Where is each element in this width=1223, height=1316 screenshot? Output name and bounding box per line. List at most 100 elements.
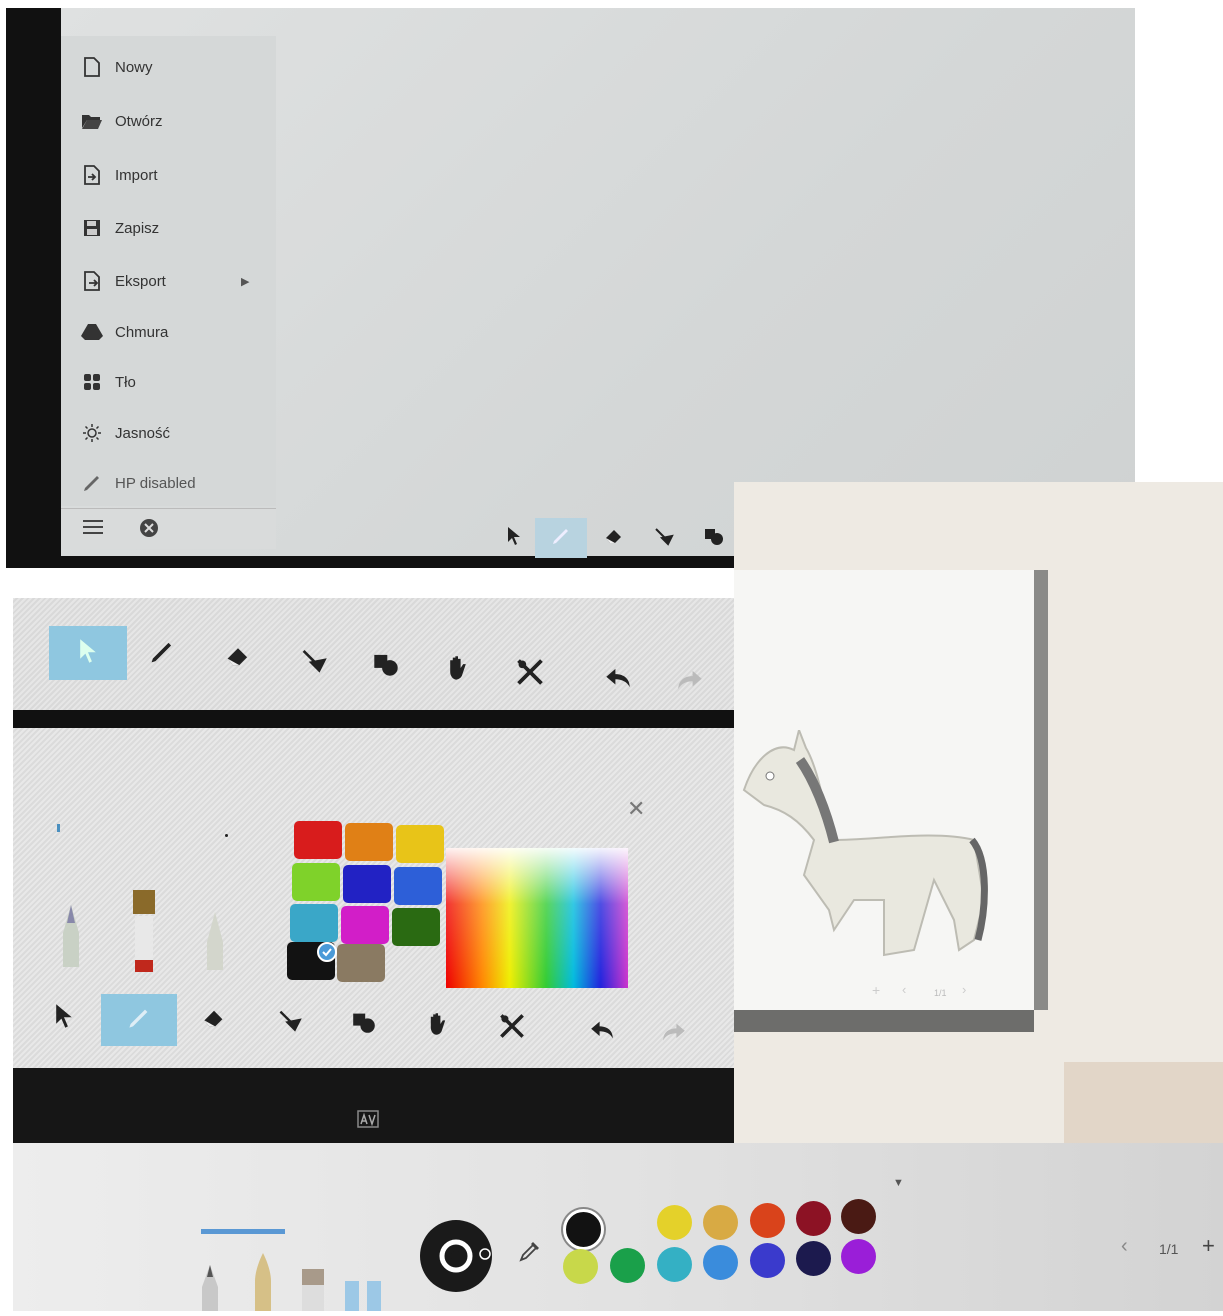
pen-color[interactable] [796,1241,831,1276]
page-indicator: 1/1 [1159,1241,1179,1257]
pen-tool-button[interactable] [139,634,185,674]
device-logo [357,1110,379,1139]
toolbar-screen [13,598,753,710]
add-page-icon[interactable]: + [1202,1233,1215,1259]
prev-page-icon[interactable]: ‹ [1121,1235,1128,1258]
eraser-tool-button[interactable] [591,518,637,558]
shapes-tool-button[interactable] [363,646,409,686]
marker-pen-option[interactable] [59,903,83,969]
toolbar-closeup [13,598,753,728]
color-swatch[interactable] [337,944,385,982]
pen-tool-button[interactable] [101,994,177,1046]
color-swatch[interactable] [294,821,342,859]
menu-item-new[interactable]: Nowy [81,52,153,82]
horse-drawing [742,730,988,957]
select-tool-button[interactable] [491,518,537,558]
undo-icon [605,667,631,694]
lasso-tool-button[interactable] [291,642,337,682]
pen-tool-button[interactable] [535,518,587,558]
lasso-icon [278,1008,302,1037]
color-swatch[interactable] [341,906,389,944]
color-swatch[interactable] [343,865,391,903]
select-tool-button[interactable] [49,626,127,680]
pen-color[interactable] [796,1201,831,1236]
pen-color[interactable] [563,1249,598,1284]
pen-color-selected[interactable] [563,1209,604,1250]
menu-item-background[interactable]: Tło [81,367,136,397]
color-swatch[interactable] [396,825,444,863]
tools-button[interactable] [489,1008,535,1048]
pen-color[interactable] [750,1243,785,1278]
pen-color[interactable] [841,1239,876,1274]
pen-icon [551,526,571,551]
pen-size-marker [225,834,228,837]
shapes-icon [373,651,399,682]
hand-tool-button[interactable] [415,1006,461,1046]
drawing-photo: 1/1 + ‹ › [734,482,1223,1143]
undo-icon [590,1020,614,1045]
next-page-icon[interactable]: › [962,982,966,997]
shapes-tool-button[interactable] [341,1004,387,1044]
pen-size-marker [57,824,60,832]
redo-button[interactable] [651,1014,697,1054]
shapes-icon [704,526,724,551]
hamburger-menu-icon[interactable] [83,519,103,540]
pen-thickness-selector[interactable] [419,1219,493,1293]
main-menu: Nowy Otwórz Import Zapisz Eksport ▶ Chmu… [61,36,276,506]
eraser-tool-button[interactable] [191,1000,237,1040]
lasso-tool-button[interactable] [267,1002,313,1042]
pen-color[interactable] [750,1203,785,1238]
select-tool-button[interactable] [41,998,87,1038]
menu-item-export[interactable]: Eksport ▶ [81,266,271,296]
pencil-pen-option[interactable] [203,910,227,972]
prev-page-icon[interactable]: ‹ [902,982,906,997]
shapes-tool-button[interactable] [691,518,737,558]
color-swatch[interactable] [290,904,338,942]
color-swatch[interactable] [345,823,393,861]
tools-button[interactable] [507,654,553,694]
redo-button[interactable] [667,662,713,702]
pen-settings-panel: ▼ ‹ 1/1 + [13,1143,1223,1311]
menu-item-save[interactable]: Zapisz [81,213,159,243]
pen-color[interactable] [657,1247,692,1282]
pen-color[interactable] [610,1248,645,1283]
tools-icon [516,658,544,691]
menu-item-brightness[interactable]: Jasność [81,418,170,448]
pencil-option[interactable] [199,1263,221,1311]
hand-tool-button[interactable] [435,650,481,690]
menu-item-hp-disabled[interactable]: HP disabled [81,468,196,498]
cabinet [1064,1062,1223,1143]
collapse-arrow-icon[interactable]: ▼ [893,1177,904,1189]
eraser-tool-button[interactable] [215,638,261,678]
color-swatch[interactable] [292,863,340,901]
color-spectrum[interactable] [446,848,628,988]
marker-option[interactable] [299,1267,327,1311]
undo-button[interactable] [595,660,641,700]
highlighter-option[interactable] [343,1277,387,1311]
menu-item-import[interactable]: Import [81,160,158,190]
close-icon[interactable]: ✕ [627,796,645,822]
menu-item-open[interactable]: Otwórz [81,106,163,136]
add-page-icon[interactable]: + [872,982,880,998]
pen-icon [81,472,103,494]
whiteboard-canvas[interactable]: Nowy Otwórz Import Zapisz Eksport ▶ Chmu… [61,8,1135,558]
pen-color[interactable] [703,1205,738,1240]
submenu-arrow-icon: ▶ [241,275,250,288]
pen-color[interactable] [703,1245,738,1280]
brightness-icon [81,422,103,444]
pen-color[interactable] [657,1205,692,1240]
page-indicator: 1/1 [934,988,947,998]
menu-item-cloud[interactable]: Chmura [81,317,168,347]
brush-pen-option[interactable] [131,888,157,974]
undo-button[interactable] [579,1012,625,1052]
select-icon [53,1003,75,1034]
lasso-icon [654,526,674,551]
lasso-icon [301,647,327,678]
color-swatch[interactable] [394,867,442,905]
color-swatch[interactable] [392,908,440,946]
brush-option[interactable] [251,1251,275,1311]
eyedropper-icon[interactable] [518,1239,542,1268]
pen-color[interactable] [841,1199,876,1234]
lasso-tool-button[interactable] [641,518,687,558]
close-circle-icon[interactable] [139,518,159,543]
